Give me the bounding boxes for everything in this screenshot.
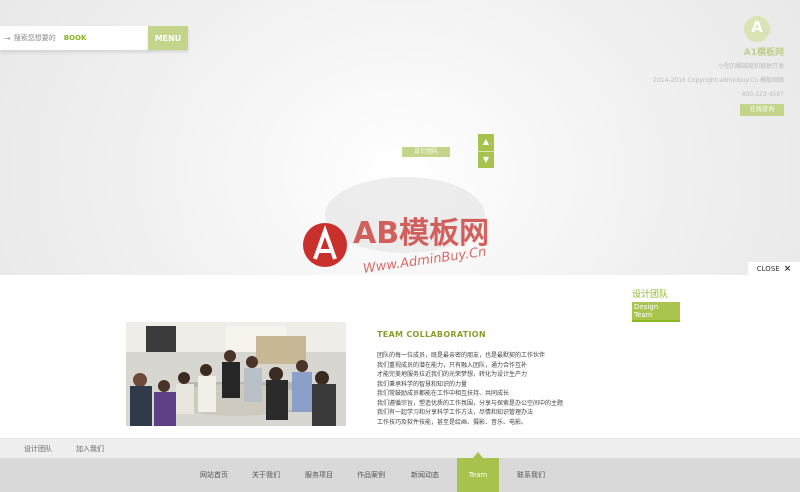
nav-item-contact[interactable]: 联系我们 xyxy=(510,458,552,492)
section-title: 设计团队 Design Team xyxy=(632,287,680,322)
watermark: AB模板网 Www.AdminBuy.Cn xyxy=(303,177,489,277)
subnav-item-join[interactable]: 加入我们 xyxy=(76,444,104,454)
sub-nav: 设计团队 加入我们 xyxy=(0,438,800,459)
brand-logo[interactable]: A xyxy=(744,16,770,42)
collab-line: 才能完美地服务拉近我们的光荣梦想，转化为设计生产力 xyxy=(377,371,528,378)
brand-line: 2014-2016 Copyright:adminbuy.Cn 模板网络 xyxy=(653,77,784,84)
collab-line: 我们常鼓励成员都能在工作中相互扶持、共同成长 xyxy=(377,390,510,397)
collab-title: TEAM COLLABORATION xyxy=(377,330,486,339)
consult-button[interactable]: 在线咨询 xyxy=(739,104,784,116)
collab-line: 我们有一起学习和分享科学工作方法，尽情和知识管理办法 xyxy=(377,409,534,416)
book-link[interactable]: BOOK xyxy=(64,34,87,42)
collab-section: TEAM COLLABORATION 团队的每一位成员，既是最亲密的朋友，也是最… xyxy=(377,330,597,427)
collab-line: 工作技巧及软件技能，甚至是绘画、摄影、音乐、电影。 xyxy=(377,418,528,426)
collab-line: 我们秉承科学的智慧和知识的力量 xyxy=(377,380,468,388)
search-placeholder[interactable]: 搜索您想要的 xyxy=(14,33,56,43)
search-bar[interactable]: → 搜索您想要的 BOOK xyxy=(0,26,150,50)
footer-nav: 网站首页 关于我们 服务项目 作品案例 新闻动态 Team 联系我们 xyxy=(0,452,800,492)
nav-item-services[interactable]: 服务项目 xyxy=(298,458,340,492)
close-label: CLOSE xyxy=(756,265,780,273)
collab-body: 团队的每一位成员，既是最亲密的朋友，也是最默契的工作伙伴 我们重视成员的潜在能力… xyxy=(377,351,597,427)
nav-item-home[interactable]: 网站首页 xyxy=(193,458,235,492)
nav-item-team[interactable]: Team xyxy=(457,452,499,492)
brand-name: A1模板网 xyxy=(743,48,784,58)
arrow-right-icon: → xyxy=(4,33,11,43)
nav-item-works[interactable]: 作品案例 xyxy=(350,458,392,492)
watermark-brand: AB模板网 xyxy=(353,216,489,251)
brand-line: 小型的酸碱度和极致开发 xyxy=(717,63,784,70)
nav-item-news[interactable]: 新闻动态 xyxy=(404,458,446,492)
slide-tag[interactable]: 设计团队 xyxy=(402,147,450,157)
section-title-cn: 设计团队 xyxy=(632,290,669,300)
collab-line: 我们遵循宗旨，塑造优质的工作氛围，分享与探索是办公空间中的主题 xyxy=(377,399,564,407)
brand-line: 400-123-4567 xyxy=(741,91,784,98)
nav-item-about[interactable]: 关于我们 xyxy=(245,458,287,492)
brand-block: A A1模板网 小型的酸碱度和极致开发 2014-2016 Copyright:… xyxy=(644,16,784,117)
close-icon: × xyxy=(783,264,792,274)
subnav-item-team[interactable]: 设计团队 xyxy=(24,444,52,454)
close-button[interactable]: CLOSE × xyxy=(748,262,800,276)
brand-logo-letter: A xyxy=(751,18,763,36)
arrow-down-icon[interactable]: ▼ xyxy=(478,150,494,169)
collab-line: 我们重视成员的潜在能力，只有融入团队，通力合作互补 xyxy=(377,361,528,369)
slide-arrows: ▲ ▼ xyxy=(478,134,494,168)
section-title-en: Design Team xyxy=(632,302,680,322)
collab-line: 团队的每一位成员，既是最亲密的朋友，也是最默契的工作伙伴 xyxy=(377,352,546,359)
menu-button[interactable]: MENU xyxy=(148,26,188,50)
arrow-up-icon[interactable]: ▲ xyxy=(478,134,494,151)
team-photo xyxy=(126,322,346,426)
